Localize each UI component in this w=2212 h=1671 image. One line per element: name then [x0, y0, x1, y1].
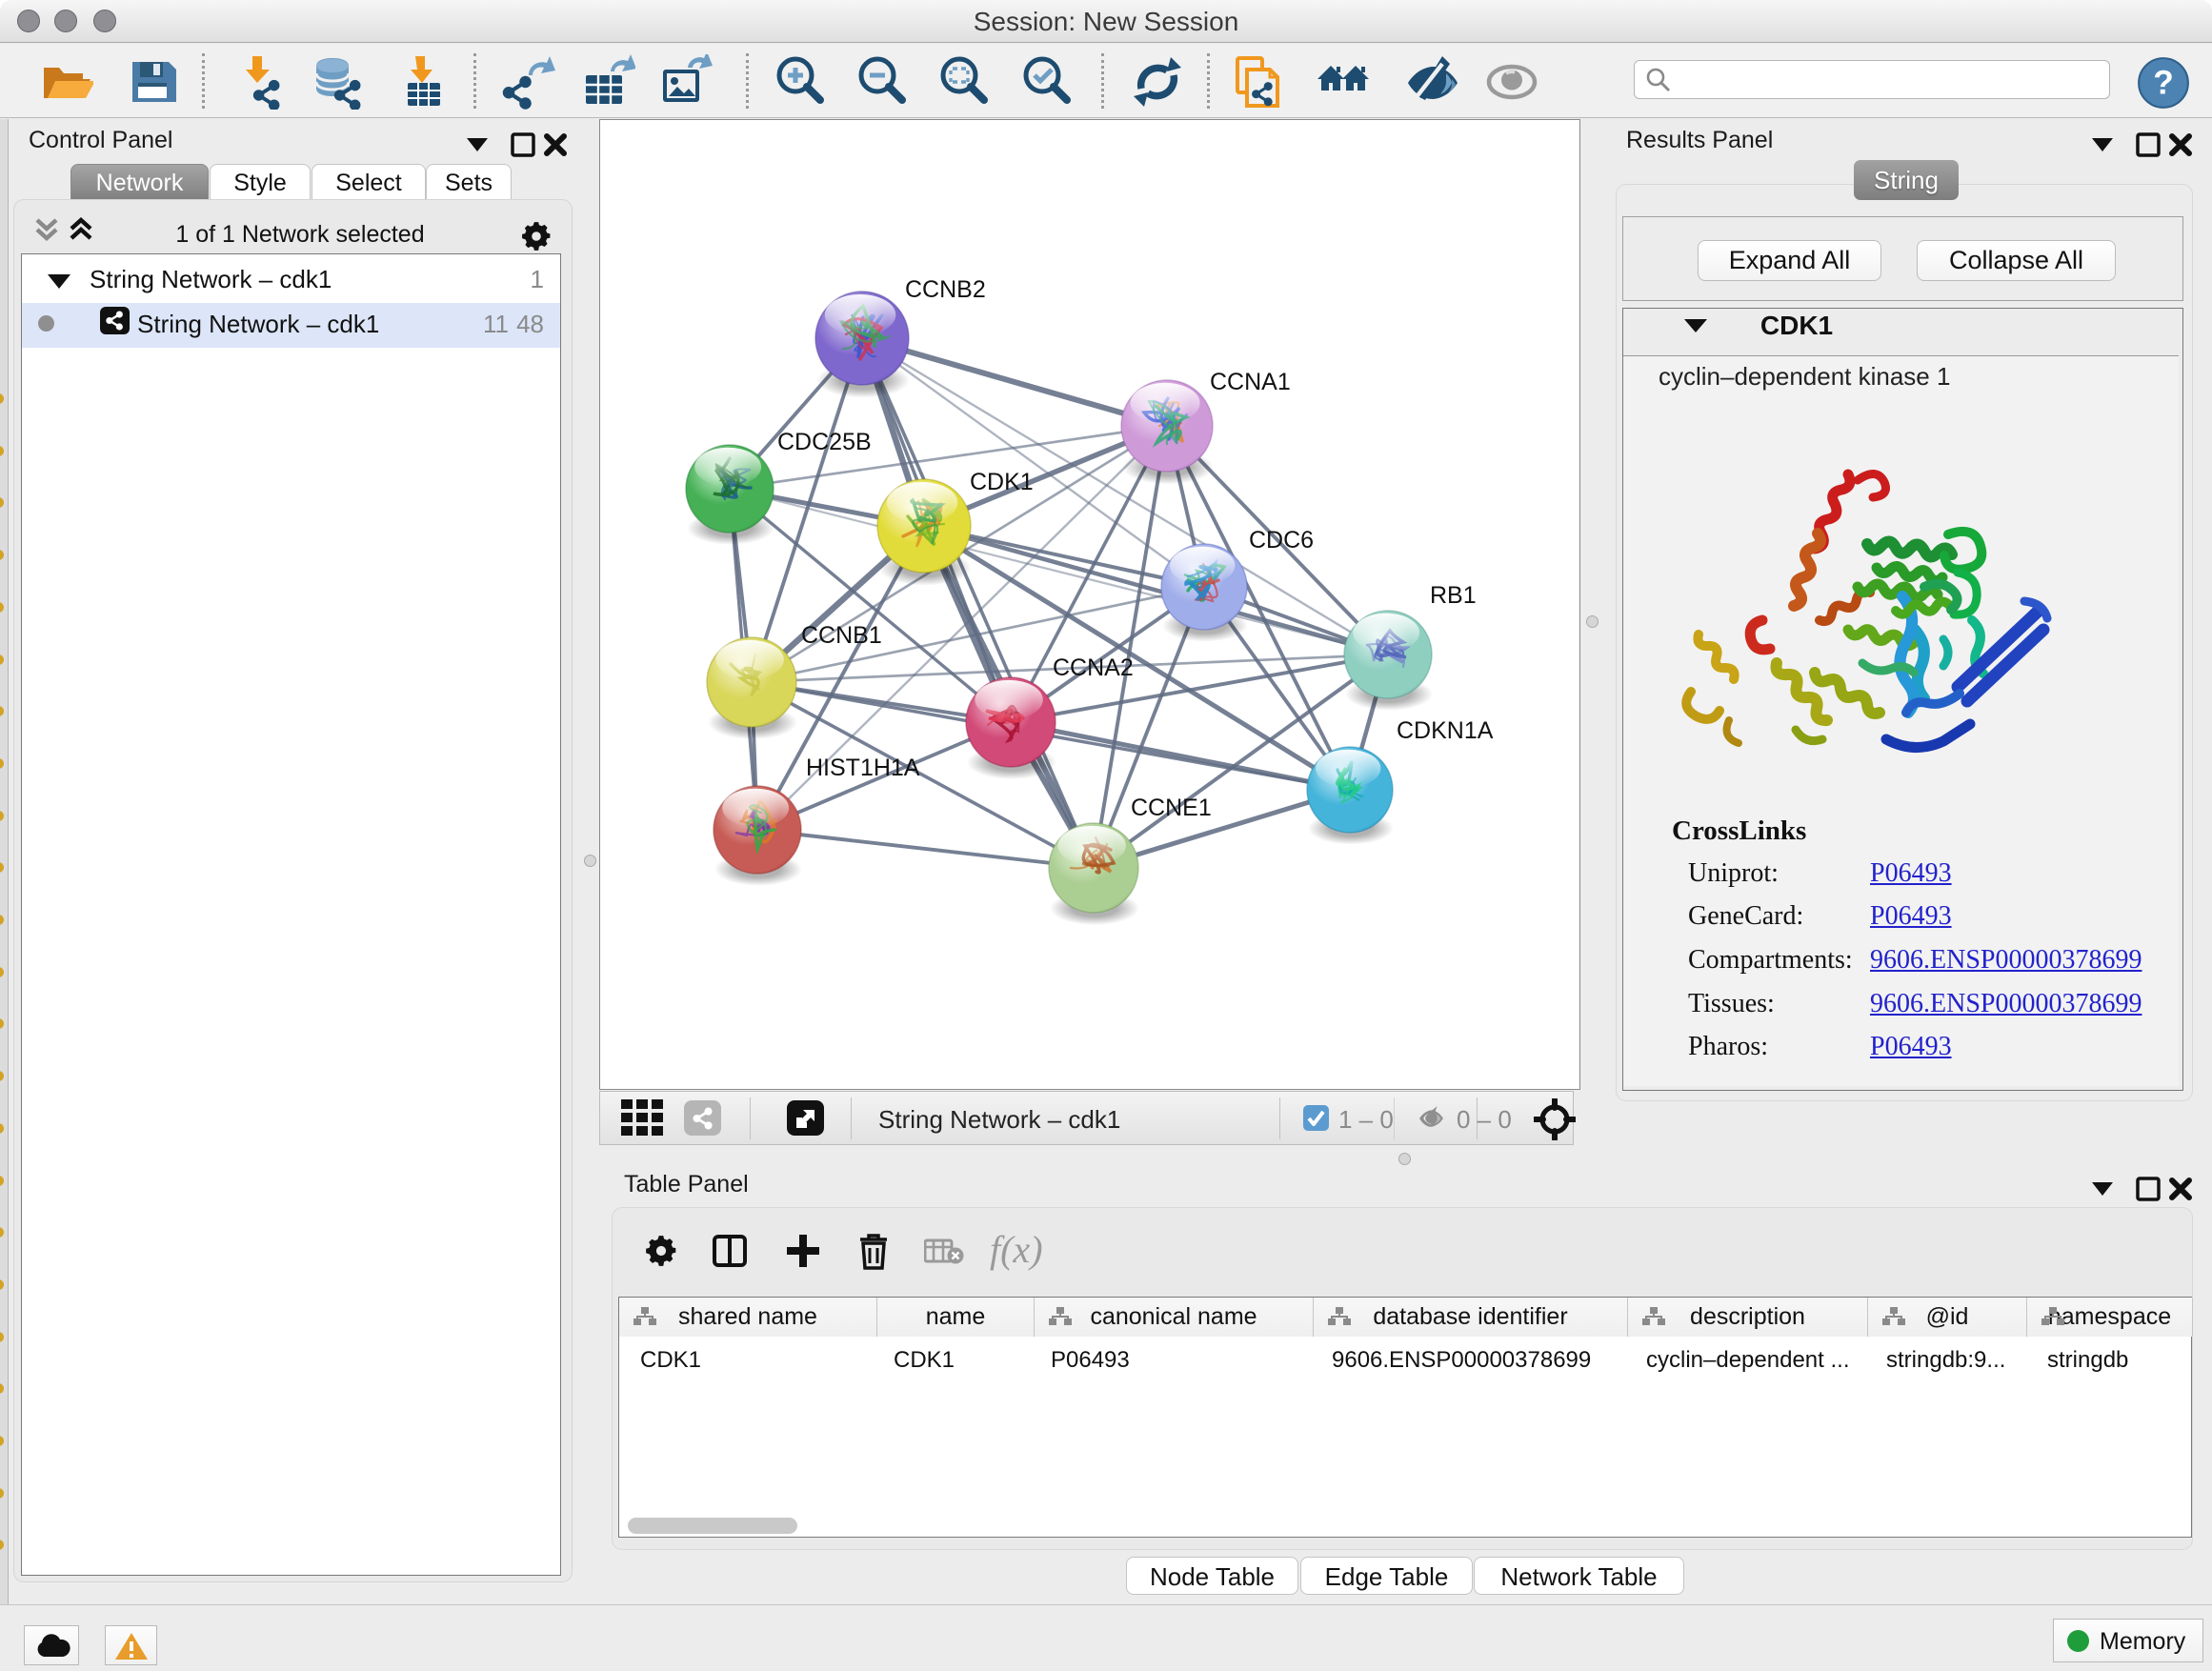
svg-text:CCNE1: CCNE1 [1131, 795, 1212, 821]
svg-text:CDK1: CDK1 [970, 469, 1034, 495]
svg-text:CDC25B: CDC25B [777, 429, 872, 455]
svg-text:RB1: RB1 [1430, 582, 1477, 609]
svg-text:CCNB2: CCNB2 [905, 276, 986, 303]
svg-text:CDKN1A: CDKN1A [1397, 717, 1494, 744]
svg-text:CCNA1: CCNA1 [1210, 369, 1291, 395]
svg-text:CCNB1: CCNB1 [801, 622, 882, 649]
svg-text:CCNA2: CCNA2 [1053, 654, 1134, 681]
svg-text:HIST1H1A: HIST1H1A [806, 755, 920, 781]
svg-text:?: ? [2153, 64, 2173, 101]
svg-text:CDC6: CDC6 [1249, 527, 1314, 554]
